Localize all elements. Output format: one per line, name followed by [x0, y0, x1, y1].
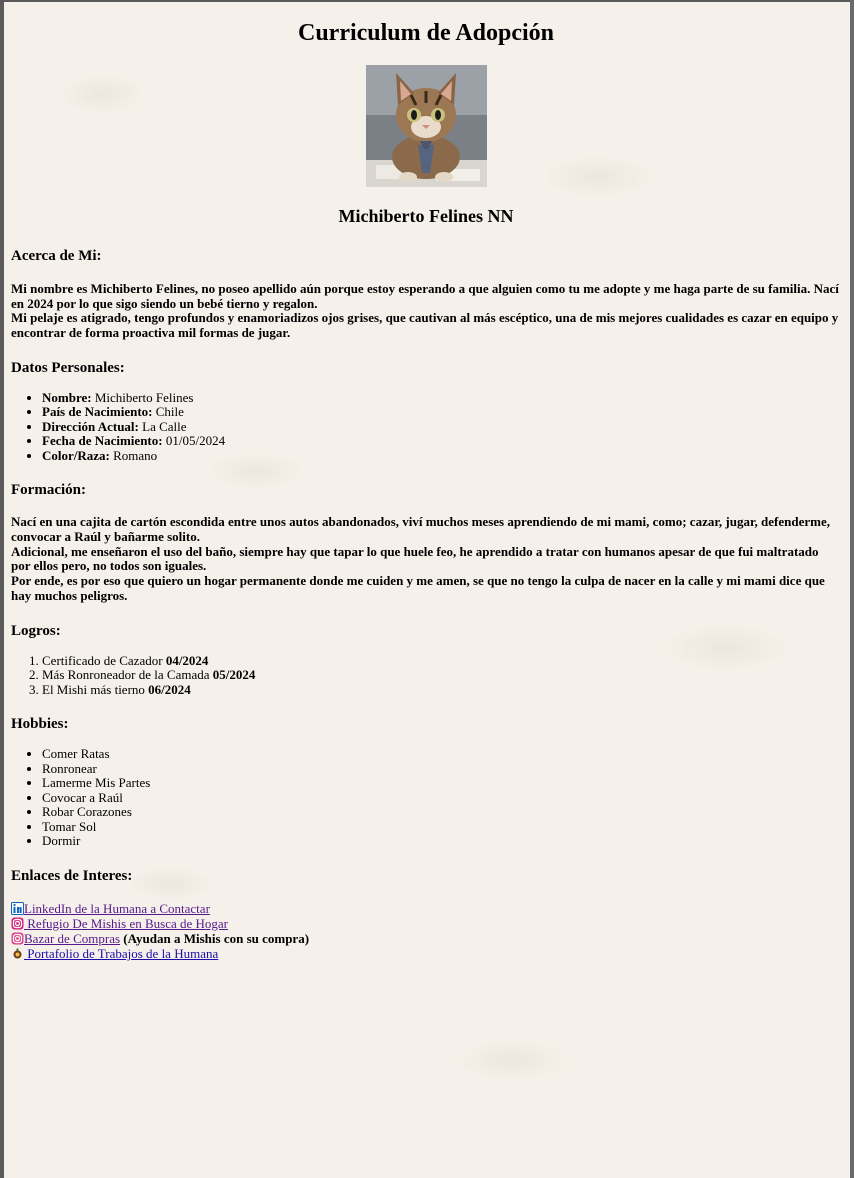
- about-line-2: Mi pelaje es atigrado, tengo profundos y…: [11, 310, 839, 341]
- achievement-date: 04/2024: [165, 652, 209, 668]
- personal-data-list: Nombre: Michiberto Felines País de Nacim…: [11, 389, 841, 464]
- list-item: Fecha de Nacimiento: 01/05/2024: [42, 434, 841, 449]
- personal-heading: Datos Personales:: [11, 359, 125, 376]
- about-line-1: Mi nombre es Michiberto Felines, no pose…: [11, 281, 839, 311]
- kitten-photo: [365, 65, 487, 187]
- field-label: Dirección Actual:: [42, 418, 139, 434]
- link-row-linkedin: LinkedIn de la Humana a Contactar: [11, 901, 841, 916]
- list-item: Ronronear: [42, 761, 841, 777]
- cat-name: Michiberto Felines NN: [338, 206, 514, 226]
- window-frame-left: [0, 0, 4, 1178]
- list-item: Certificado de Cazador 04/2024: [42, 652, 841, 669]
- instagram-icon: [11, 932, 24, 945]
- portafolio-link[interactable]: Portafolio de Trabajos de la Humana: [24, 946, 218, 961]
- education-text: Nací en una cajita de cartón escondida e…: [11, 515, 841, 603]
- field-value: Chile: [155, 404, 184, 420]
- achievement-text: Más Ronroneador de la Camada: [42, 667, 210, 683]
- list-item: Lamerme Mis Partes: [42, 776, 841, 791]
- field-value: Michiberto Felines: [94, 389, 194, 405]
- field-value: La Calle: [142, 418, 187, 434]
- achievement-text: El Mishi más tierno: [42, 681, 145, 697]
- list-item: Color/Raza: Romano: [42, 447, 841, 464]
- about-text: Mi nombre es Michiberto Felines, no pose…: [11, 281, 841, 341]
- list-item: País de Nacimiento: Chile: [42, 405, 841, 420]
- achievement-date: 05/2024: [212, 667, 256, 683]
- portfolio-icon: [13, 948, 22, 959]
- profile-photo-container: [11, 65, 841, 187]
- hobbies-heading: Hobbies:: [11, 716, 69, 733]
- education-line-3: Por ende, es por eso que quiero un hogar…: [11, 573, 825, 603]
- page-title: Curriculum de Adopción: [297, 20, 555, 46]
- about-heading: Acerca de Mi:: [11, 248, 102, 264]
- education-heading: Formación:: [11, 482, 86, 499]
- list-item: Dormir: [42, 834, 841, 849]
- field-label: Nombre:: [42, 389, 92, 405]
- list-item: Tomar Sol: [42, 819, 841, 835]
- achievement-text: Certificado de Cazador: [42, 652, 163, 668]
- list-item: Nombre: Michiberto Felines: [42, 389, 841, 406]
- list-item: El Mishi más tierno 06/2024: [42, 681, 841, 698]
- field-label: Color/Raza:: [42, 447, 110, 463]
- field-value: Romano: [113, 447, 158, 463]
- links-heading: Enlaces de Interes:: [11, 867, 133, 884]
- link-row-bazar: Bazar de Compras (Ayudan a Mishis con su…: [11, 931, 841, 946]
- window-frame-right: [850, 0, 854, 1178]
- field-label: Fecha de Nacimiento:: [42, 433, 163, 449]
- linkedin-link[interactable]: LinkedIn de la Humana a Contactar: [24, 901, 210, 916]
- link-row-portafolio: Portafolio de Trabajos de la Humana: [11, 946, 841, 961]
- bazar-link[interactable]: Bazar de Compras: [24, 931, 120, 946]
- achievement-date: 06/2024: [148, 681, 191, 697]
- list-item: Más Ronroneador de la Camada 05/2024: [42, 667, 841, 683]
- hobbies-list: Comer Ratas Ronronear Lamerme Mis Partes…: [11, 747, 841, 849]
- linkedin-icon: [11, 901, 24, 915]
- list-item: Dirección Actual: La Calle: [42, 418, 841, 435]
- list-item: Comer Ratas: [42, 747, 841, 762]
- achievements-heading: Logros:: [11, 622, 61, 639]
- bazar-note: (Ayudan a Mishis con su compra): [120, 931, 310, 947]
- cv-content: Curriculum de Adopción Michiberto Feline…: [11, 0, 841, 962]
- refugio-link[interactable]: Refugio De Mishis en Busca de Hogar: [24, 916, 228, 931]
- field-value: 01/05/2024: [165, 433, 226, 449]
- education-line-2: Adicional, me enseñaron el uso del baño,…: [11, 543, 819, 574]
- links-list: LinkedIn de la Humana a Contactar Refugi…: [11, 901, 841, 962]
- list-item: Covocar a Raúl: [42, 790, 841, 806]
- list-item: Robar Corazones: [42, 805, 841, 820]
- education-line-1: Nací en una cajita de cartón escondida e…: [11, 514, 831, 545]
- link-row-refugio: Refugio De Mishis en Busca de Hogar: [11, 916, 841, 931]
- instagram-icon: [11, 917, 24, 930]
- achievements-list: Certificado de Cazador 04/2024 Más Ronro…: [11, 652, 841, 698]
- field-label: País de Nacimiento:: [42, 404, 153, 420]
